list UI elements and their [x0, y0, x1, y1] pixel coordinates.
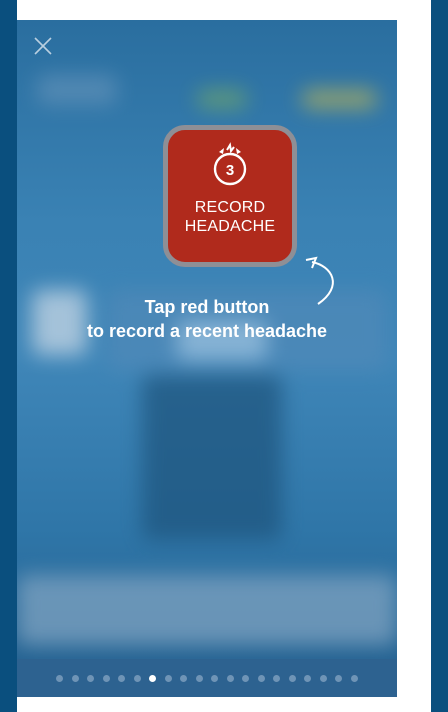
page-dot[interactable]: [242, 674, 250, 682]
page-dot[interactable]: [288, 674, 296, 682]
hint-line-1: Tap red button: [144, 297, 270, 317]
page-indicator: [17, 659, 397, 697]
page-dot[interactable]: [102, 674, 110, 682]
badge-number: 3: [226, 162, 234, 179]
page-dot[interactable]: [118, 674, 126, 682]
timer-icon: 3: [213, 142, 247, 186]
page-dot[interactable]: [87, 674, 95, 682]
blurred-app-background: [17, 20, 397, 697]
page-dot[interactable]: [350, 674, 358, 682]
page-dot[interactable]: [335, 674, 343, 682]
page-dot[interactable]: [149, 674, 157, 682]
record-headache-button[interactable]: 3 RECORD HEADACHE: [163, 125, 297, 267]
close-icon[interactable]: [34, 37, 52, 55]
page-dot[interactable]: [319, 674, 327, 682]
page-dot[interactable]: [133, 674, 141, 682]
hint-text: Tap red button to record a recent headac…: [17, 295, 397, 343]
page-dot[interactable]: [195, 674, 203, 682]
page-dot[interactable]: [211, 674, 219, 682]
page-dot[interactable]: [226, 674, 234, 682]
page-dot[interactable]: [180, 674, 188, 682]
page-dot[interactable]: [164, 674, 172, 682]
page-dot[interactable]: [257, 674, 265, 682]
tutorial-overlay: 3 RECORD HEADACHE Tap red button to reco…: [17, 20, 397, 697]
page-dot[interactable]: [71, 674, 79, 682]
page-dot[interactable]: [56, 674, 64, 682]
page-dot[interactable]: [273, 674, 281, 682]
hint-line-2: to record a recent headache: [86, 321, 328, 341]
record-headache-label: RECORD HEADACHE: [184, 199, 276, 235]
page-dot[interactable]: [304, 674, 312, 682]
